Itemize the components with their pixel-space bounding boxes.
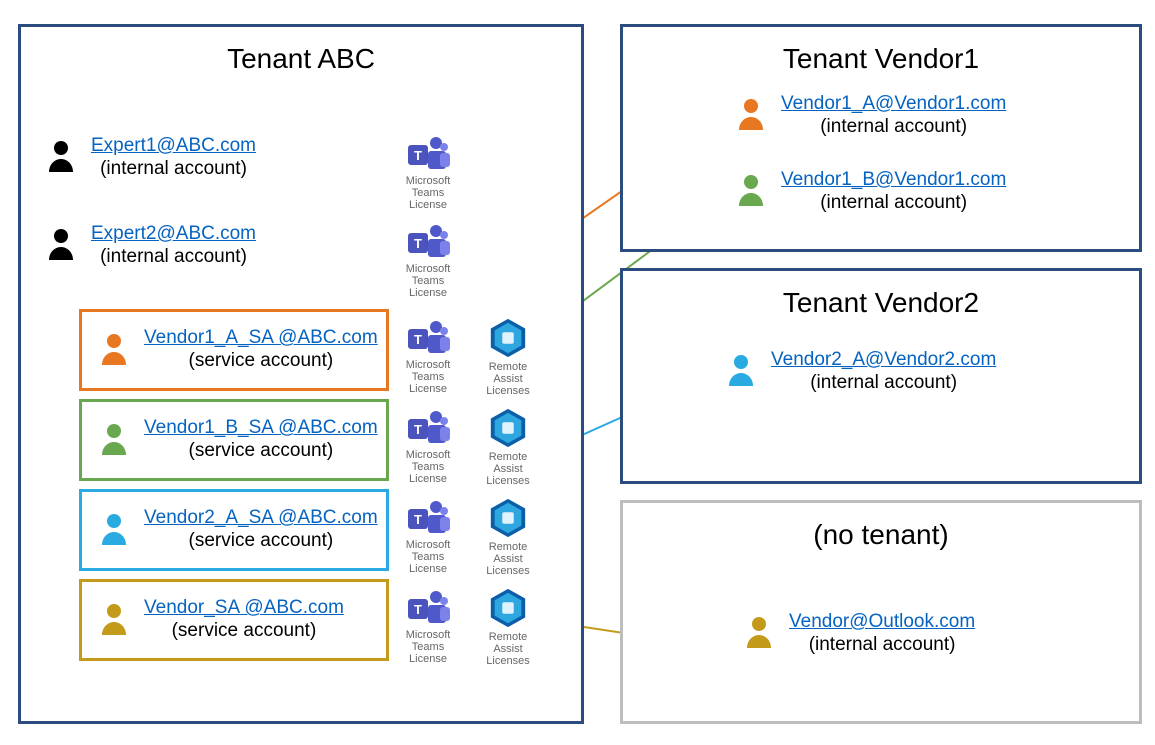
remote-license-label: Remote AssistLicenses	[473, 451, 543, 487]
tenant-vendor2-title: Tenant Vendor2	[623, 287, 1139, 319]
person-icon	[735, 172, 767, 211]
teams-license-5: T Microsoft TeamsLicense	[393, 499, 463, 575]
user-email-link[interactable]: Expert2@ABC.com	[91, 223, 256, 244]
vendor1b-user: Vendor1_B@Vendor1.com (internal account)	[711, 169, 1006, 215]
svg-text:T: T	[414, 512, 422, 527]
user-sub-label: (internal account)	[820, 116, 967, 137]
teams-license-label: Microsoft TeamsLicense	[393, 539, 463, 575]
sa-vendor1b-box: Vendor1_B_SA @ABC.com (service account)	[79, 399, 389, 481]
user-email-link[interactable]: Vendor2_A_SA @ABC.com	[144, 507, 378, 528]
person-icon	[725, 352, 757, 391]
user-email-link[interactable]: Vendor1_A@Vendor1.com	[781, 93, 1006, 114]
teams-icon: T	[406, 135, 450, 173]
user-sub-label: (internal account)	[100, 246, 247, 267]
remote-assist-icon	[488, 587, 528, 629]
remote-license-label: Remote AssistLicenses	[473, 541, 543, 577]
user-email-link[interactable]: Vendor2_A@Vendor2.com	[771, 349, 996, 370]
user-sub-label: (service account)	[189, 350, 334, 371]
person-icon	[735, 96, 767, 135]
user-email-link[interactable]: Vendor1_B@Vendor1.com	[781, 169, 1006, 190]
user-sub-label: (service account)	[172, 620, 317, 641]
sa-vendor1a-box: Vendor1_A_SA @ABC.com (service account)	[79, 309, 389, 391]
tenant-vendor1-box: Tenant Vendor1 Vendor1_A@Vendor1.com (in…	[620, 24, 1142, 252]
person-icon	[45, 138, 77, 177]
teams-license-3: T Microsoft TeamsLicense	[393, 319, 463, 395]
teams-license-label: Microsoft TeamsLicense	[393, 175, 463, 211]
svg-text:T: T	[414, 602, 422, 617]
remote-license-label: Remote AssistLicenses	[473, 361, 543, 397]
sa-vendor2a-box: Vendor2_A_SA @ABC.com (service account)	[79, 489, 389, 571]
user-email-link[interactable]: Vendor1_A_SA @ABC.com	[144, 327, 378, 348]
no-tenant-title: (no tenant)	[623, 519, 1139, 551]
tenant-vendor2-box: Tenant Vendor2 Vendor2_A@Vendor2.com (in…	[620, 268, 1142, 484]
diagram-stage: Tenant ABC Expert1@ABC.com (internal acc…	[0, 0, 1155, 745]
user-email-link[interactable]: Vendor@Outlook.com	[789, 611, 975, 632]
teams-license-4: T Microsoft TeamsLicense	[393, 409, 463, 485]
teams-license-1: T Microsoft TeamsLicense	[393, 135, 463, 211]
user-sub-label: (internal account)	[820, 192, 967, 213]
user-email-link[interactable]: Expert1@ABC.com	[91, 135, 256, 156]
no-tenant-box: (no tenant) Vendor@Outlook.com (internal…	[620, 500, 1142, 724]
person-icon	[98, 511, 130, 550]
svg-text:T: T	[414, 148, 422, 163]
person-icon	[98, 421, 130, 460]
svg-text:T: T	[414, 332, 422, 347]
remote-assist-icon	[488, 407, 528, 449]
teams-license-label: Microsoft TeamsLicense	[393, 263, 463, 299]
teams-license-label: Microsoft TeamsLicense	[393, 449, 463, 485]
person-icon	[98, 331, 130, 370]
teams-license-label: Microsoft TeamsLicense	[393, 359, 463, 395]
vendor2a-user: Vendor2_A@Vendor2.com (internal account)	[701, 349, 996, 395]
person-icon	[743, 614, 775, 653]
teams-icon: T	[406, 319, 450, 357]
user-sub-label: (service account)	[189, 440, 334, 461]
user-sub-label: (internal account)	[809, 634, 956, 655]
person-icon	[98, 601, 130, 640]
user-sub-label: (internal account)	[100, 158, 247, 179]
tenant-abc-title: Tenant ABC	[21, 43, 581, 75]
teams-icon: T	[406, 223, 450, 261]
remote-assist-icon	[488, 317, 528, 359]
vendor-outlook-user: Vendor@Outlook.com (internal account)	[719, 611, 975, 657]
user-email-link[interactable]: Vendor_SA @ABC.com	[144, 597, 344, 618]
teams-license-2: T Microsoft TeamsLicense	[393, 223, 463, 299]
teams-license-6: T Microsoft TeamsLicense	[393, 589, 463, 665]
teams-icon: T	[406, 589, 450, 627]
teams-icon: T	[406, 409, 450, 447]
user-expert1: Expert1@ABC.com (internal account)	[21, 135, 256, 181]
user-sub-label: (service account)	[189, 530, 334, 551]
teams-icon: T	[406, 499, 450, 537]
remote-license-label: Remote AssistLicenses	[473, 631, 543, 667]
remote-assist-icon	[488, 497, 528, 539]
teams-license-label: Microsoft TeamsLicense	[393, 629, 463, 665]
user-sub-label: (internal account)	[810, 372, 957, 393]
svg-text:T: T	[414, 422, 422, 437]
svg-text:T: T	[414, 236, 422, 251]
remote-license-3: Remote AssistLicenses	[473, 317, 543, 397]
person-icon	[45, 226, 77, 265]
vendor1a-user: Vendor1_A@Vendor1.com (internal account)	[711, 93, 1006, 139]
tenant-vendor1-title: Tenant Vendor1	[623, 43, 1139, 75]
user-email-link[interactable]: Vendor1_B_SA @ABC.com	[144, 417, 378, 438]
remote-license-4: Remote AssistLicenses	[473, 407, 543, 487]
remote-license-5: Remote AssistLicenses	[473, 497, 543, 577]
sa-vendor-box: Vendor_SA @ABC.com (service account)	[79, 579, 389, 661]
user-expert2: Expert2@ABC.com (internal account)	[21, 223, 256, 269]
tenant-abc-box: Tenant ABC Expert1@ABC.com (internal acc…	[18, 24, 584, 724]
remote-license-6: Remote AssistLicenses	[473, 587, 543, 667]
